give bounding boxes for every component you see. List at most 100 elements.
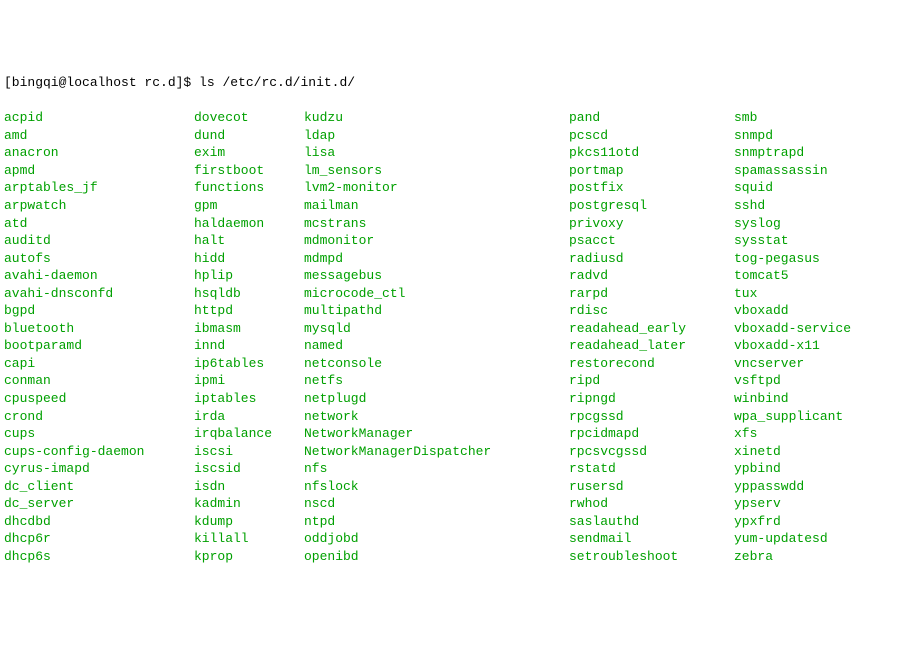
file-entry: wpa_supplicant [734, 408, 843, 426]
file-entry: bootparamd [4, 337, 194, 355]
file-entry: functions [194, 179, 304, 197]
file-entry: arptables_jf [4, 179, 194, 197]
file-entry: auditd [4, 232, 194, 250]
file-entry: setroubleshoot [569, 548, 734, 566]
file-entry: crond [4, 408, 194, 426]
ls-row: bluetoothibmasmmysqldreadahead_earlyvbox… [4, 320, 910, 338]
ls-row: cupsirqbalanceNetworkManagerrpcidmapdxfs [4, 425, 910, 443]
file-entry: sysstat [734, 232, 789, 250]
file-entry: dhcp6r [4, 530, 194, 548]
file-entry: tog-pegasus [734, 250, 820, 268]
ls-row: dc_clientisdnnfslockrusersdyppasswdd [4, 478, 910, 496]
file-entry: iptables [194, 390, 304, 408]
file-entry: rpcidmapd [569, 425, 734, 443]
file-entry: xinetd [734, 443, 781, 461]
file-entry: readahead_early [569, 320, 734, 338]
file-entry: kdump [194, 513, 304, 531]
file-entry: tomcat5 [734, 267, 789, 285]
file-entry: network [304, 408, 569, 426]
file-entry: postgresql [569, 197, 734, 215]
file-entry: firstboot [194, 162, 304, 180]
file-entry: autofs [4, 250, 194, 268]
file-entry: messagebus [304, 267, 569, 285]
file-entry: avahi-dnsconfd [4, 285, 194, 303]
file-entry: pand [569, 109, 734, 127]
file-entry: vboxadd-service [734, 320, 851, 338]
file-entry: snmpd [734, 127, 773, 145]
file-entry: netfs [304, 372, 569, 390]
file-entry: mdmpd [304, 250, 569, 268]
file-entry: irda [194, 408, 304, 426]
file-entry: halt [194, 232, 304, 250]
ls-row: avahi-daemonhplipmessagebusradvdtomcat5 [4, 267, 910, 285]
file-entry: radvd [569, 267, 734, 285]
file-entry: mdmonitor [304, 232, 569, 250]
file-entry: netplugd [304, 390, 569, 408]
file-entry: nscd [304, 495, 569, 513]
file-entry: NetworkManagerDispatcher [304, 443, 569, 461]
file-entry: named [304, 337, 569, 355]
file-entry: nfslock [304, 478, 569, 496]
file-entry: gpm [194, 197, 304, 215]
file-entry: conman [4, 372, 194, 390]
file-entry: vncserver [734, 355, 804, 373]
prompt-line: [bingqi@localhost rc.d]$ ls /etc/rc.d/in… [4, 74, 910, 92]
file-entry: dhcp6s [4, 548, 194, 566]
file-entry: microcode_ctl [304, 285, 569, 303]
file-entry: cyrus-imapd [4, 460, 194, 478]
file-entry: postfix [569, 179, 734, 197]
file-entry: tux [734, 285, 757, 303]
file-entry: zebra [734, 548, 773, 566]
ls-row: bgpdhttpdmultipathdrdiscvboxadd [4, 302, 910, 320]
file-entry: ripngd [569, 390, 734, 408]
file-entry: irqbalance [194, 425, 304, 443]
file-entry: rarpd [569, 285, 734, 303]
file-entry: rusersd [569, 478, 734, 496]
file-entry: exim [194, 144, 304, 162]
file-entry: dund [194, 127, 304, 145]
ls-row: acpiddovecotkudzupandsmb [4, 109, 910, 127]
file-entry: ipmi [194, 372, 304, 390]
ls-row: autofshiddmdmpdradiusdtog-pegasus [4, 250, 910, 268]
file-entry: rdisc [569, 302, 734, 320]
ls-row: cups-config-daemoniscsiNetworkManagerDis… [4, 443, 910, 461]
file-entry: saslauthd [569, 513, 734, 531]
file-entry: squid [734, 179, 773, 197]
file-entry: killall [194, 530, 304, 548]
ls-row: arpwatchgpmmailmanpostgresqlsshd [4, 197, 910, 215]
file-entry: ldap [304, 127, 569, 145]
file-entry: hidd [194, 250, 304, 268]
file-entry: innd [194, 337, 304, 355]
file-entry: httpd [194, 302, 304, 320]
file-entry: ypserv [734, 495, 781, 513]
file-entry: radiusd [569, 250, 734, 268]
file-entry: bluetooth [4, 320, 194, 338]
ls-row: cyrus-imapdiscsidnfsrstatdypbind [4, 460, 910, 478]
file-entry: cups [4, 425, 194, 443]
ls-row: anacroneximlisapkcs11otdsnmptrapd [4, 144, 910, 162]
file-entry: psacct [569, 232, 734, 250]
file-entry: anacron [4, 144, 194, 162]
ls-output: acpiddovecotkudzupandsmbamddundldappcscd… [4, 109, 910, 565]
file-entry: readahead_later [569, 337, 734, 355]
file-entry: kudzu [304, 109, 569, 127]
file-entry: pkcs11otd [569, 144, 734, 162]
file-entry: iscsid [194, 460, 304, 478]
ls-row: conmanipminetfsripdvsftpd [4, 372, 910, 390]
file-entry: NetworkManager [304, 425, 569, 443]
file-entry: winbind [734, 390, 789, 408]
file-entry: hsqldb [194, 285, 304, 303]
file-entry: spamassassin [734, 162, 828, 180]
ls-row: dc_serverkadminnscdrwhodypserv [4, 495, 910, 513]
file-entry: ripd [569, 372, 734, 390]
file-entry: netconsole [304, 355, 569, 373]
file-entry: dhcdbd [4, 513, 194, 531]
ls-row: amddundldappcscdsnmpd [4, 127, 910, 145]
file-entry: dovecot [194, 109, 304, 127]
ls-row: auditdhaltmdmonitorpsacctsysstat [4, 232, 910, 250]
ls-row: arptables_jffunctionslvm2-monitorpostfix… [4, 179, 910, 197]
file-entry: nfs [304, 460, 569, 478]
file-entry: snmptrapd [734, 144, 804, 162]
file-entry: mysqld [304, 320, 569, 338]
file-entry: iscsi [194, 443, 304, 461]
